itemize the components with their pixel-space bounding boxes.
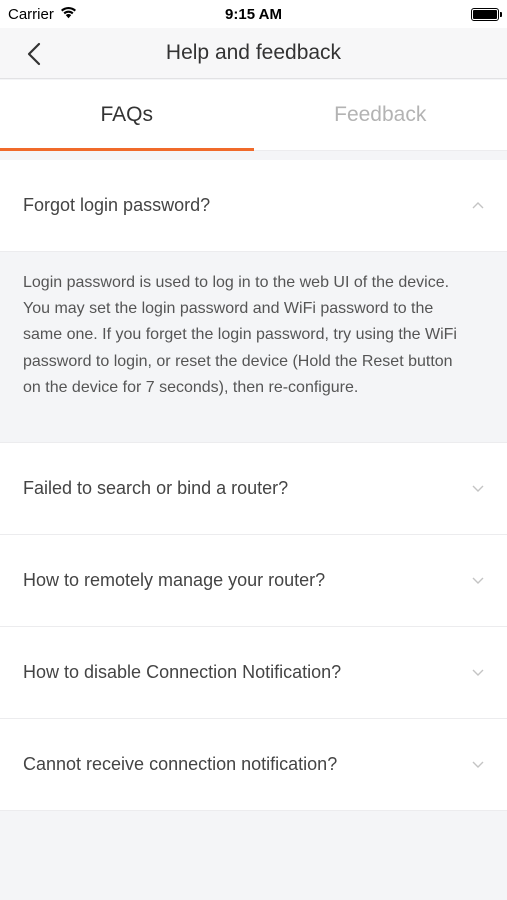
faq-question: Forgot login password? [23, 195, 211, 215]
faq-item-disable-notification[interactable]: How to disable Connection Notification? [0, 627, 507, 719]
tab-feedback-label: Feedback [334, 103, 427, 126]
faq-item-forgot-password[interactable]: Forgot login password? [0, 160, 507, 252]
tab-feedback[interactable]: Feedback [254, 80, 507, 150]
chevron-down-icon [471, 484, 485, 494]
back-button[interactable] [18, 38, 50, 70]
chevron-down-icon [471, 668, 485, 678]
navigation-bar: Help and feedback [0, 28, 507, 79]
page-title: Help and feedback [165, 41, 342, 64]
tab-bar: FAQs Feedback [0, 80, 507, 151]
faq-question: How to disable Connection Notification? [23, 662, 342, 682]
faq-item-remote-manage[interactable]: How to remotely manage your router? [0, 535, 507, 627]
faq-question: Failed to search or bind a router? [23, 478, 289, 498]
faq-list: Forgot login password? Login password is… [0, 160, 507, 811]
status-bar: Carrier 9:15 AM [0, 0, 507, 28]
battery-icon [471, 7, 502, 21]
carrier-signal: Carrier [8, 6, 77, 23]
faq-item-search-bind[interactable]: Failed to search or bind a router? [0, 443, 507, 535]
faq-question: How to remotely manage your router? [23, 570, 326, 590]
chevron-down-icon [471, 576, 485, 586]
chevron-down-icon [471, 760, 485, 770]
chevron-up-icon [471, 201, 485, 211]
tab-faqs-label: FAQs [100, 103, 153, 126]
faq-item-receive-notification[interactable]: Cannot receive connection notification? [0, 719, 507, 811]
chevron-left-icon [27, 42, 41, 66]
carrier-label: Carrier [8, 5, 54, 23]
active-tab-indicator [0, 148, 254, 151]
faq-answer: Login password is used to log in to the … [0, 252, 507, 443]
wifi-icon [60, 6, 77, 23]
tab-faqs[interactable]: FAQs [0, 80, 254, 151]
faq-question: Cannot receive connection notification? [23, 754, 338, 774]
